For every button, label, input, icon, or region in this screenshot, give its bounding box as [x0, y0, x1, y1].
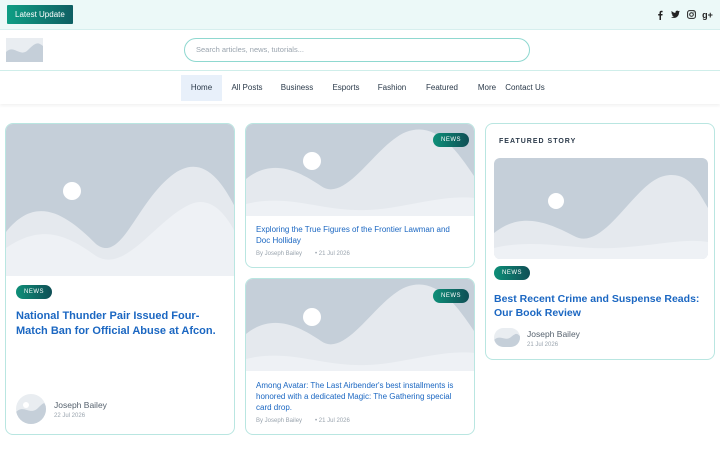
article-author[interactable]: By Joseph Bailey	[256, 418, 302, 424]
article-date: 22 Jul 2026	[54, 413, 86, 419]
article-date: • 21 Jul 2026	[315, 251, 350, 257]
featured-story-card[interactable]: FEATURED STORY NEWS Best Recent Crime an…	[485, 123, 715, 360]
main-article-card[interactable]: NEWS National Thunder Pair Issued Four-M…	[5, 123, 235, 435]
author-avatar	[494, 328, 520, 347]
nav-item-featured[interactable]: Featured	[420, 75, 464, 101]
article-card[interactable]: NEWS Exploring the True Figures of the F…	[245, 123, 475, 268]
article-title[interactable]: Among Avatar: The Last Airbender's best …	[256, 380, 468, 413]
instagram-icon[interactable]	[687, 9, 696, 20]
twitter-icon[interactable]	[671, 9, 680, 20]
nav-item-business[interactable]: Business	[276, 75, 318, 101]
top-bar: Latest Update g+	[0, 0, 720, 30]
news-badge[interactable]: NEWS	[16, 285, 52, 299]
nav-item-fashion[interactable]: Fashion	[373, 75, 411, 101]
main-nav: Home All Posts Business Esports Fashion …	[0, 70, 720, 104]
article-title[interactable]: Exploring the True Figures of the Fronti…	[256, 224, 466, 246]
article-author[interactable]: By Joseph Bailey	[256, 251, 302, 257]
google-plus-icon[interactable]: g+	[702, 9, 713, 20]
news-badge[interactable]: NEWS	[494, 266, 530, 280]
nav-item-more[interactable]: More	[474, 75, 500, 101]
featured-story-label: FEATURED STORY	[499, 138, 577, 145]
news-badge[interactable]: NEWS	[433, 289, 469, 303]
article-title[interactable]: National Thunder Pair Issued Four-Match …	[16, 309, 226, 339]
nav-item-all-posts[interactable]: All Posts	[226, 75, 268, 101]
featured-title[interactable]: Best Recent Crime and Suspense Reads: Ou…	[494, 292, 708, 320]
article-card[interactable]: NEWS Among Avatar: The Last Airbender's …	[245, 278, 475, 435]
latest-update-button[interactable]: Latest Update	[7, 5, 73, 24]
nav-item-contact-us[interactable]: Contact Us	[503, 75, 547, 101]
article-date: • 21 Jul 2026	[315, 418, 350, 424]
author-avatar	[16, 394, 46, 424]
article-image-placeholder	[6, 124, 234, 276]
search-input[interactable]: Search articles, news, tutorials...	[184, 38, 530, 62]
article-date: 21 Jul 2026	[527, 342, 559, 348]
author-name[interactable]: Joseph Bailey	[527, 329, 580, 339]
article-image-placeholder	[494, 158, 708, 259]
news-badge[interactable]: NEWS	[433, 133, 469, 147]
author-name[interactable]: Joseph Bailey	[54, 400, 107, 410]
facebook-icon[interactable]	[655, 9, 664, 20]
search-placeholder: Search articles, news, tutorials...	[196, 45, 304, 54]
social-links: g+	[655, 9, 713, 20]
nav-item-home[interactable]: Home	[181, 75, 222, 101]
site-logo[interactable]	[6, 38, 43, 62]
nav-item-esports[interactable]: Esports	[326, 75, 366, 101]
